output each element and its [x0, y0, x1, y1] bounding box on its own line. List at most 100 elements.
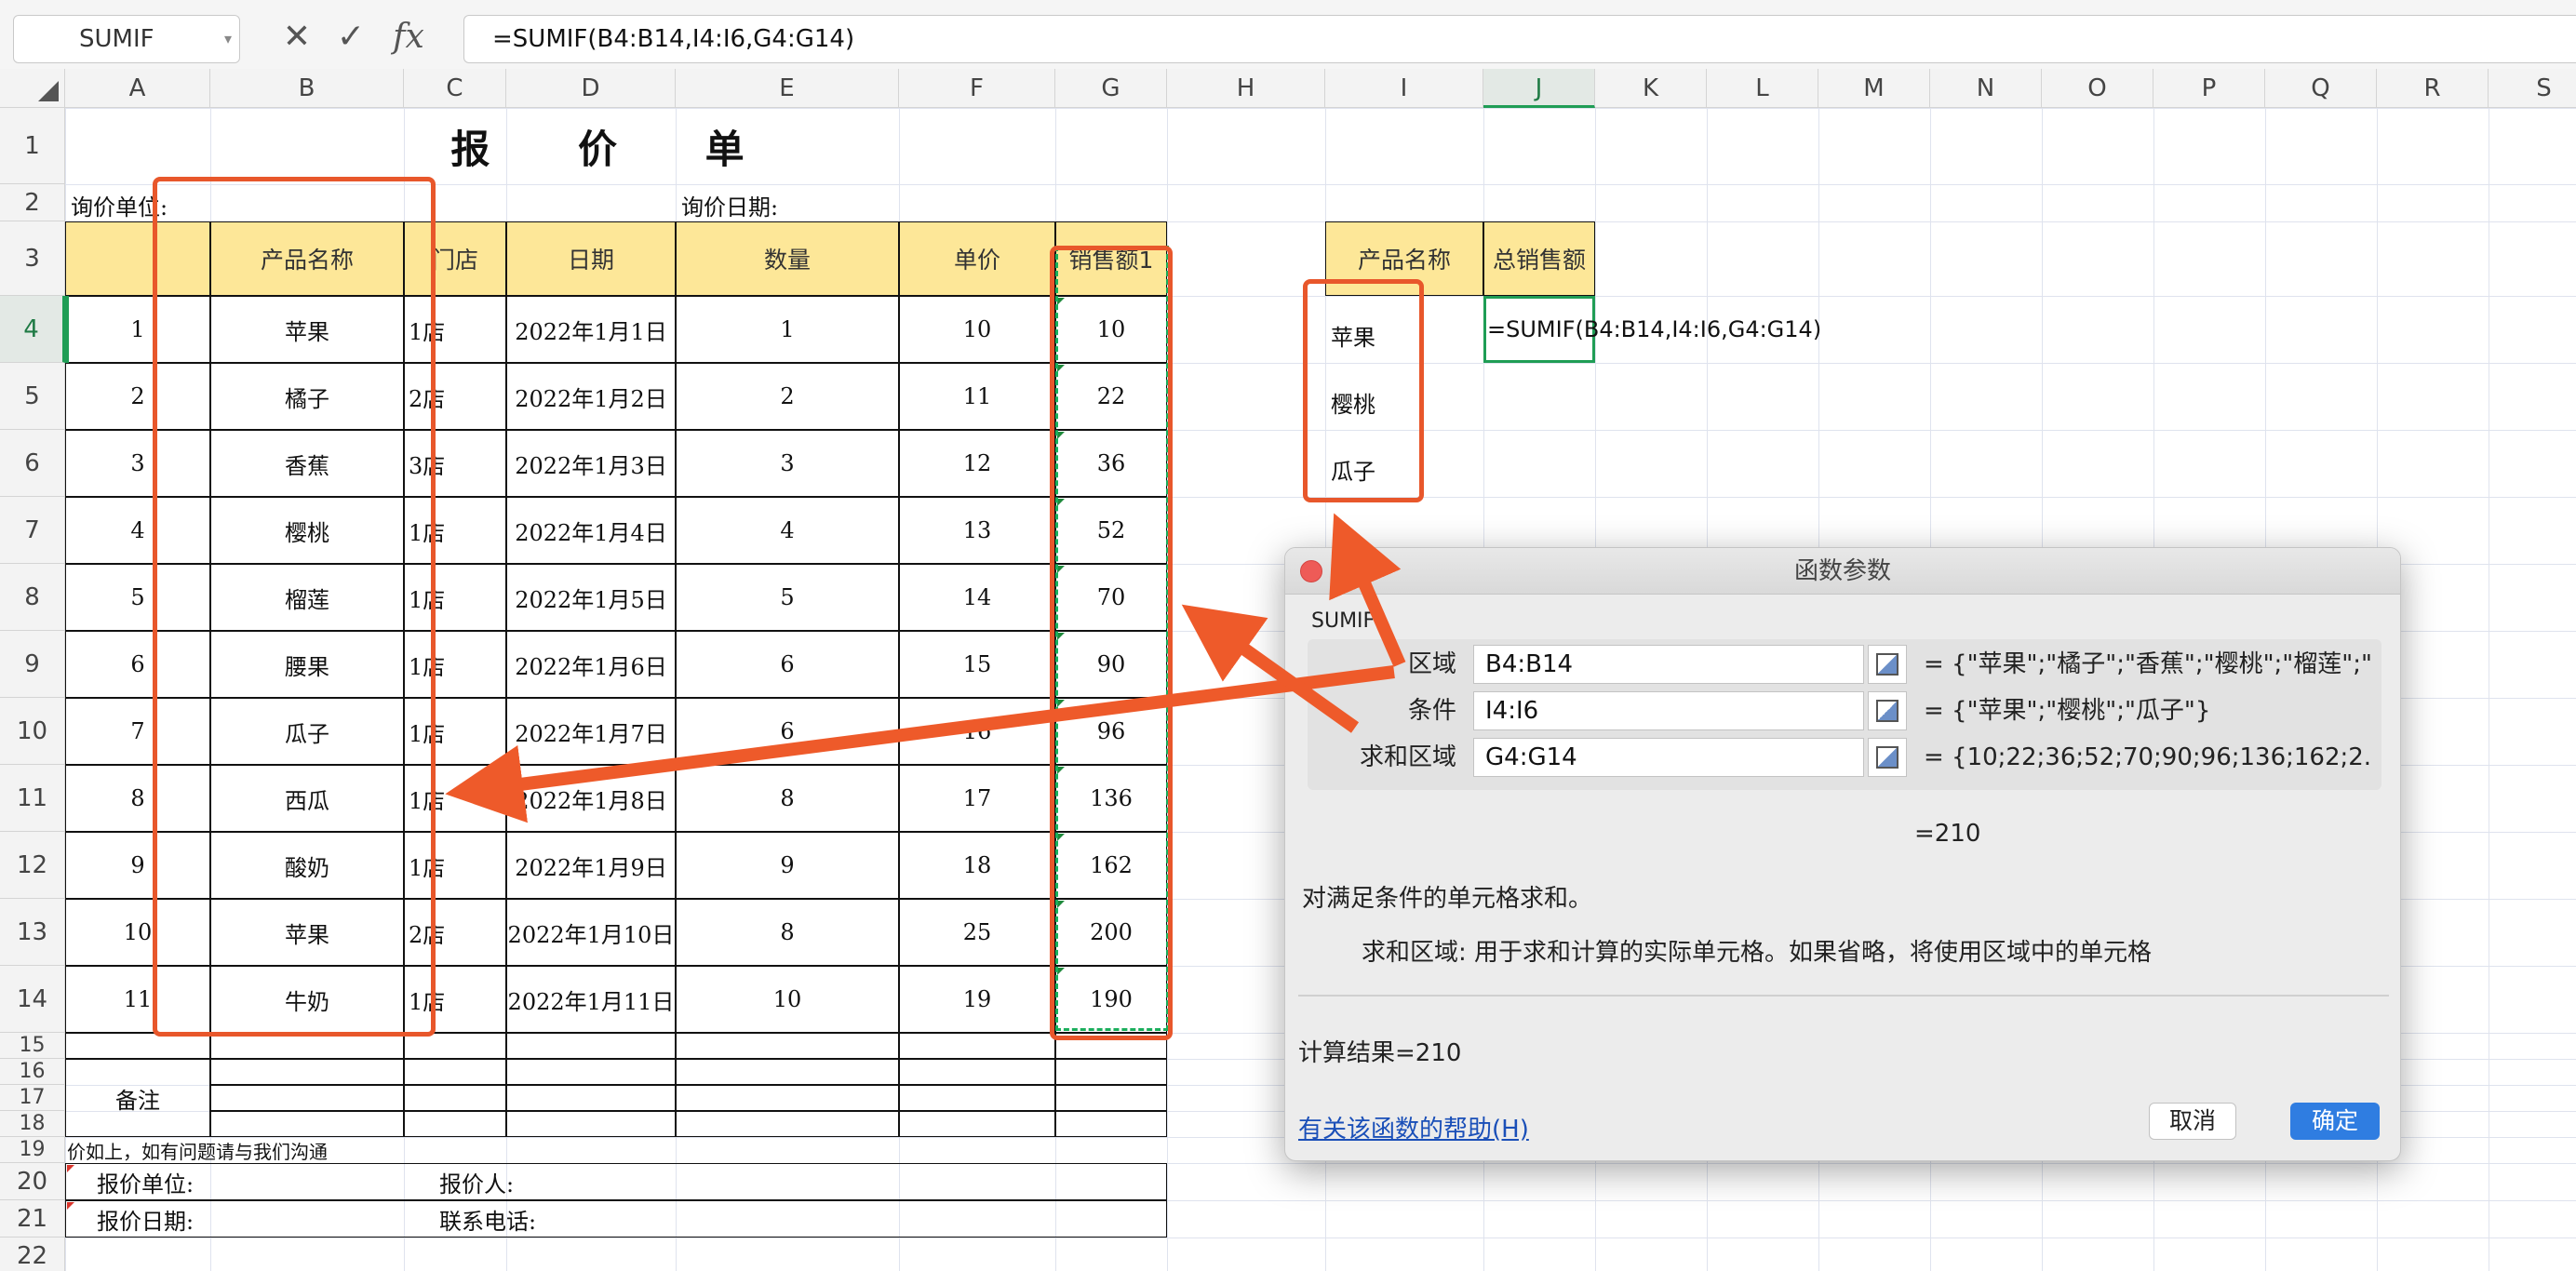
cell-qty[interactable]: 9 — [676, 832, 899, 899]
remarks-cell[interactable] — [210, 1085, 404, 1111]
column-header-i[interactable]: I — [1325, 69, 1483, 108]
cell-date[interactable]: 2022年1月7日 — [506, 698, 676, 765]
cell-price[interactable]: 14 — [899, 564, 1055, 631]
header-qty[interactable]: 数量 — [676, 221, 899, 296]
row-header-19[interactable]: 19 — [0, 1137, 65, 1163]
cell-qty[interactable]: 8 — [676, 899, 899, 966]
cell-date[interactable]: 2022年1月6日 — [506, 631, 676, 698]
sum-range-collapse-button[interactable] — [1868, 738, 1907, 777]
select-all-corner[interactable] — [0, 69, 65, 108]
cell-price[interactable]: 25 — [899, 899, 1055, 966]
cell-date[interactable]: 2022年1月11日 — [506, 966, 676, 1033]
row-header-13[interactable]: 13 — [0, 899, 65, 966]
row-header-11[interactable]: 11 — [0, 765, 65, 832]
row-header-20[interactable]: 20 — [0, 1163, 65, 1200]
cell-qty[interactable]: 6 — [676, 631, 899, 698]
remarks-cell[interactable] — [210, 1111, 404, 1137]
remarks-cell[interactable] — [404, 1033, 506, 1059]
note-text[interactable]: 价如上，如有问题请与我们沟通 — [65, 1137, 1167, 1163]
remarks-cell[interactable] — [676, 1059, 899, 1085]
cell-qty[interactable]: 1 — [676, 296, 899, 363]
row-header-7[interactable]: 7 — [0, 497, 65, 564]
cell-price[interactable]: 19 — [899, 966, 1055, 1033]
sum-range-input[interactable]: G4:G14 — [1473, 738, 1864, 777]
row-header-15[interactable]: 15 — [0, 1033, 65, 1059]
cell-date[interactable]: 2022年1月2日 — [506, 363, 676, 430]
remarks-cell[interactable] — [1055, 1059, 1167, 1085]
column-header-f[interactable]: F — [899, 69, 1055, 108]
column-header-m[interactable]: M — [1818, 69, 1930, 108]
remarks-cell[interactable] — [404, 1059, 506, 1085]
row-header-18[interactable]: 18 — [0, 1111, 65, 1137]
row-header-10[interactable]: 10 — [0, 698, 65, 765]
cell-price[interactable]: 18 — [899, 832, 1055, 899]
remarks-cell[interactable] — [899, 1085, 1055, 1111]
remarks-cell[interactable] — [676, 1085, 899, 1111]
remarks-cell[interactable] — [506, 1111, 676, 1137]
cell-price[interactable]: 17 — [899, 765, 1055, 832]
cell-price[interactable]: 16 — [899, 698, 1055, 765]
row-header-5[interactable]: 5 — [0, 363, 65, 430]
cell-date[interactable]: 2022年1月9日 — [506, 832, 676, 899]
range-collapse-button[interactable] — [1868, 645, 1907, 684]
name-box[interactable]: SUMIF ▾ — [13, 15, 240, 63]
chevron-down-icon[interactable]: ▾ — [224, 16, 232, 62]
formula-input[interactable]: =SUMIF(B4:B14,I4:I6,G4:G14) — [463, 15, 2576, 63]
remarks-cell[interactable] — [506, 1085, 676, 1111]
cell-qty[interactable]: 5 — [676, 564, 899, 631]
cell-qty[interactable]: 8 — [676, 765, 899, 832]
row-header-21[interactable]: 21 — [0, 1200, 65, 1238]
row-header-3[interactable]: 3 — [0, 221, 65, 296]
column-header-q[interactable]: Q — [2265, 69, 2377, 108]
formula-cell[interactable]: =SUMIF(B4:B14,I4:I6,G4:G14) — [1483, 296, 1930, 363]
side-header-total[interactable]: 总销售额 — [1483, 221, 1595, 296]
row-header-1[interactable]: 1 — [0, 108, 65, 184]
cell-qty[interactable]: 10 — [676, 966, 899, 1033]
remarks-top-cell[interactable] — [65, 1033, 210, 1059]
contact-label[interactable]: 联系电话: — [434, 1200, 826, 1238]
sheet-title[interactable]: 报 价 单 — [65, 108, 1167, 184]
header-date[interactable]: 日期 — [506, 221, 676, 296]
cell-price[interactable]: 15 — [899, 631, 1055, 698]
remarks-cell[interactable] — [404, 1085, 506, 1111]
row-header-8[interactable]: 8 — [0, 564, 65, 631]
criteria-input[interactable]: I4:I6 — [1473, 691, 1864, 730]
row-header-16[interactable]: 16 — [0, 1059, 65, 1085]
cell-price[interactable]: 10 — [899, 296, 1055, 363]
row-header-6[interactable]: 6 — [0, 430, 65, 497]
cell-date[interactable]: 2022年1月8日 — [506, 765, 676, 832]
column-header-p[interactable]: P — [2153, 69, 2265, 108]
cell-qty[interactable]: 3 — [676, 430, 899, 497]
remarks-cell[interactable] — [676, 1033, 899, 1059]
remarks-cell[interactable] — [676, 1111, 899, 1137]
cell-date[interactable]: 2022年1月10日 — [506, 899, 676, 966]
column-header-g[interactable]: G — [1055, 69, 1167, 108]
header-price[interactable]: 单价 — [899, 221, 1055, 296]
remarks-cell[interactable] — [899, 1059, 1055, 1085]
column-header-l[interactable]: L — [1707, 69, 1818, 108]
column-header-h[interactable]: H — [1167, 69, 1325, 108]
remarks-cell[interactable] — [210, 1059, 404, 1085]
cell-price[interactable]: 13 — [899, 497, 1055, 564]
cell-price[interactable]: 12 — [899, 430, 1055, 497]
row-header-12[interactable]: 12 — [0, 832, 65, 899]
remarks-cell[interactable] — [899, 1033, 1055, 1059]
column-header-n[interactable]: N — [1930, 69, 2042, 108]
range-input[interactable]: B4:B14 — [1473, 645, 1864, 684]
row-header-2[interactable]: 2 — [0, 184, 65, 221]
remarks-cell[interactable] — [1055, 1111, 1167, 1137]
row-header-9[interactable]: 9 — [0, 631, 65, 698]
cell-qty[interactable]: 6 — [676, 698, 899, 765]
confirm-icon[interactable]: ✓ — [328, 13, 374, 61]
quoter-label[interactable]: 报价人: — [434, 1163, 826, 1200]
column-header-k[interactable]: K — [1595, 69, 1707, 108]
remarks-cell[interactable] — [210, 1033, 404, 1059]
row-header-17[interactable]: 17 — [0, 1085, 65, 1111]
remarks-cell[interactable] — [404, 1111, 506, 1137]
row-header-22[interactable]: 22 — [0, 1238, 65, 1271]
column-header-c[interactable]: C — [404, 69, 506, 108]
dialog-titlebar[interactable]: 函数参数 — [1285, 548, 2400, 595]
remarks-label[interactable]: 备注 — [65, 1059, 210, 1137]
function-icon[interactable]: fx — [385, 13, 432, 61]
cancel-icon[interactable]: ✕ — [274, 13, 320, 61]
